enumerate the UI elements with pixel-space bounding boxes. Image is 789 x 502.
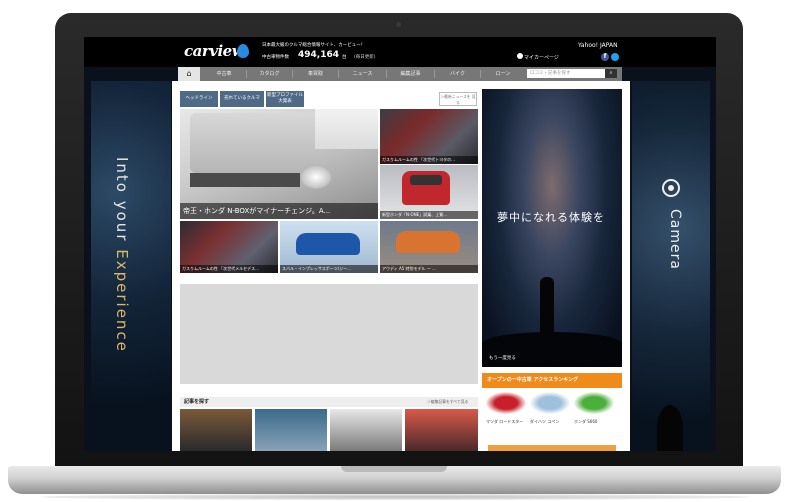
logo-drop-icon	[237, 44, 249, 58]
nav-item-catalog[interactable]: カタログ	[247, 67, 292, 81]
ranking-car-image[interactable]	[574, 392, 614, 414]
facebook-icon[interactable]: f	[601, 53, 609, 61]
thumb-caption: スバル・インプレッサスポーツ/ジー...	[280, 265, 378, 273]
inventory-count-note: (毎日更新)	[354, 55, 376, 60]
thumb-article[interactable]: アウディ A5 特別モデル ー ...	[380, 221, 478, 273]
site-tagline: 日本最大級のクルマ総合情報サイト、カービュー！	[262, 43, 366, 48]
thumb-article[interactable]: スバル・インプレッサスポーツ/ジー...	[280, 221, 378, 273]
twitter-icon[interactable]	[611, 53, 619, 61]
thumb-article[interactable]: 新型ホンダ「N-ONE」試乗、上質...	[380, 165, 478, 219]
inventory-count-unit: 台	[342, 55, 347, 60]
ranking-car-image[interactable]	[530, 392, 570, 414]
nav-item-used-cars[interactable]: 中古車	[202, 67, 246, 81]
find-articles-title: 記事を探す	[184, 399, 210, 405]
search-input[interactable]: ロコミ・記事を探す	[527, 69, 605, 78]
inventory-count-label: 中古車物件数	[262, 55, 289, 60]
thumb-article[interactable]: ガスりムルームの性 「次世代トヨタの...	[380, 109, 478, 164]
article-thumb[interactable]	[180, 409, 252, 451]
hero-article[interactable]: 帝王・ホンダ N-BOXがマイナーチェンジ。A...	[180, 109, 378, 219]
laptop-shadow	[40, 494, 750, 500]
search-icon[interactable]: ⌕	[605, 69, 617, 78]
left-banner-text: Into your Experience	[113, 157, 131, 353]
home-icon[interactable]: ⌂	[178, 67, 200, 81]
nav-item-articles[interactable]: 編集記事	[387, 67, 434, 81]
left-banner-ad[interactable]	[91, 81, 171, 451]
ranking-title: オープンの一中古車 アクセスランキング	[482, 373, 622, 388]
thumb-caption: 新型ホンダ「N-ONE」試乗、上質...	[380, 211, 478, 219]
article-thumb[interactable]	[405, 409, 478, 451]
mypage-link[interactable]: マイカーページ	[524, 54, 559, 61]
yahoo-link[interactable]: Yahoo! JAPAN	[578, 42, 618, 49]
latest-news-link[interactable]: ＞最新ニュースを 見る	[439, 92, 477, 106]
thumb-caption: アウディ A5 特別モデル ー ...	[380, 265, 478, 273]
inventory-count: 494,164	[298, 50, 339, 60]
user-icon	[517, 53, 523, 59]
thumb-caption: ガスりムルームの性 「次世代トヨタの...	[380, 156, 478, 164]
silhouette-figure	[540, 277, 554, 335]
nav-item-loan[interactable]: ローン	[481, 67, 525, 81]
right-banner-text: Camera	[667, 209, 683, 270]
thumb-article[interactable]: ガスりムルームの性 「次世代メルセデス...	[180, 221, 278, 273]
ad-placeholder[interactable]	[180, 284, 478, 384]
replay-link[interactable]: もう一度見る	[489, 355, 516, 361]
nav-item-news[interactable]: ニュース	[339, 67, 386, 81]
tab-headline[interactable]: ヘッドライン	[180, 91, 218, 107]
site-logo[interactable]: carview	[184, 42, 245, 60]
nav-item-buyback[interactable]: 車買取	[293, 67, 338, 81]
webcam	[396, 22, 401, 27]
silhouette-figure	[657, 405, 683, 451]
all-articles-link[interactable]: ＞編集記事をすべて見る	[427, 399, 468, 405]
ranking-car-image[interactable]	[486, 392, 526, 414]
laptop-notch	[341, 466, 447, 472]
ranking-item[interactable]: マツダ ロードスター	[486, 419, 523, 425]
tab-new-model-profile[interactable]: 新型プロファイル 大発表	[266, 91, 304, 107]
ranking-item[interactable]: ダイハツ コペン	[530, 419, 559, 425]
site-header	[84, 37, 716, 67]
ranking-more-button[interactable]	[488, 445, 616, 451]
article-thumb[interactable]	[255, 409, 327, 451]
ad-ground	[482, 332, 622, 367]
article-thumb[interactable]	[330, 409, 402, 451]
camera-icon	[662, 179, 680, 197]
thumb-caption: ガスりムルームの性 「次世代メルセデス...	[180, 265, 278, 273]
tab-popular-cars[interactable]: 売れているクルマ	[220, 91, 264, 107]
middle-ad-headline: 夢中になれる体験を	[497, 211, 605, 224]
laptop-screen: carview 日本最大級のクルマ総合情報サイト、カービュー！ 中古車物件数 4…	[84, 37, 716, 451]
ranking-item[interactable]: ホンダ S660	[574, 419, 597, 425]
nav-item-bike[interactable]: バイク	[435, 67, 480, 81]
hero-caption: 帝王・ホンダ N-BOXがマイナーチェンジ。A...	[180, 203, 378, 219]
